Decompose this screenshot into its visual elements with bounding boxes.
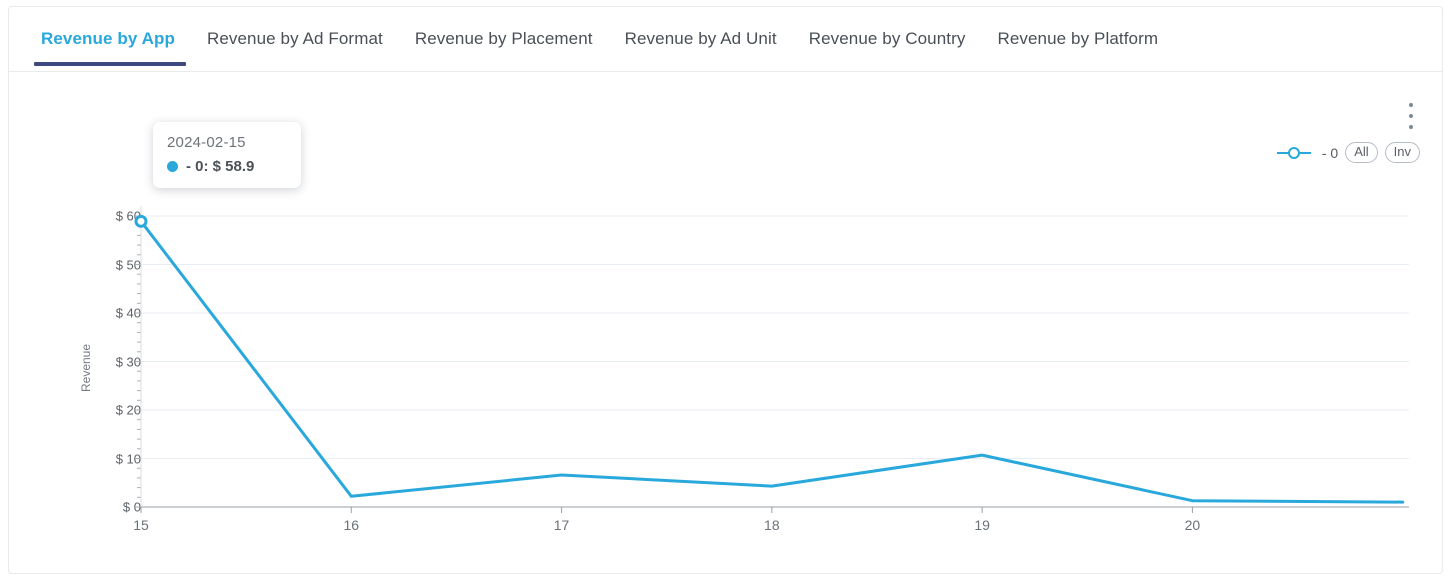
tab-revenue-by-platform[interactable]: Revenue by Platform [981, 7, 1174, 72]
chart-gridlines [141, 215, 1409, 459]
tooltip-date: 2024-02-15 [167, 134, 246, 151]
x-axis-tick-label: 17 [553, 517, 570, 533]
y-axis-ticks [135, 206, 142, 508]
tab-label: Revenue by Placement [414, 29, 593, 48]
tab-label: Revenue by Ad Unit [624, 29, 777, 48]
hovered-data-point[interactable] [134, 214, 148, 228]
series-dot-icon [167, 161, 178, 172]
x-axis-tick-label: 20 [1184, 517, 1201, 533]
tab-revenue-by-country[interactable]: Revenue by Country [793, 7, 982, 72]
x-axis-tick-label: 15 [133, 517, 149, 533]
x-axis-tick-label: 16 [343, 517, 360, 533]
tab-label: Revenue by Ad Format [206, 29, 383, 48]
tab-label: Revenue by Country [808, 29, 966, 48]
tab-label: Revenue by App [41, 29, 175, 48]
report-tab-bar: Revenue by App Revenue by Ad Format Reve… [9, 7, 1442, 72]
revenue-chart-card: Revenue by App Revenue by Ad Format Reve… [8, 6, 1443, 574]
tab-revenue-by-placement[interactable]: Revenue by Placement [399, 7, 609, 72]
tooltip-series-row: - 0: $ 58.9 [167, 158, 287, 175]
tab-label: Revenue by Platform [997, 29, 1159, 48]
x-axis-tick-label: 19 [974, 517, 990, 533]
tab-revenue-by-ad-format[interactable]: Revenue by Ad Format [191, 7, 399, 72]
x-axis-ticks [140, 507, 1193, 513]
chart-panel: - 0 All Inv 2024-02-15 - 0: $ 58.9 Reven… [9, 72, 1442, 573]
tab-revenue-by-ad-unit[interactable]: Revenue by Ad Unit [609, 7, 793, 72]
tab-revenue-by-app[interactable]: Revenue by App [29, 7, 191, 72]
x-axis-tick-label: 18 [764, 517, 780, 533]
tooltip-value-text: - 0: $ 58.9 [186, 158, 255, 175]
revenue-dashboard-screen: Revenue by App Revenue by Ad Format Reve… [0, 0, 1451, 586]
chart-tooltip: 2024-02-15 - 0: $ 58.9 [153, 122, 301, 188]
